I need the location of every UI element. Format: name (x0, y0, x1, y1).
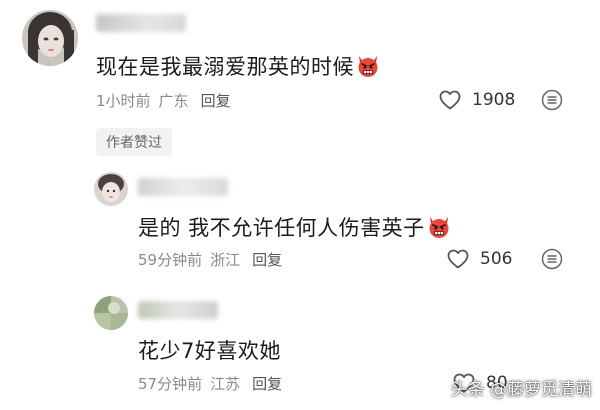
devil-face-emoji (427, 215, 451, 239)
like-count: 1908 (472, 90, 516, 110)
avatar[interactable] (22, 10, 78, 66)
heart-outline-icon (447, 249, 469, 269)
avatar[interactable] (94, 172, 128, 206)
like-button[interactable]: 1908 (438, 88, 515, 112)
comment-time: 57分钟前 (138, 375, 203, 393)
comment-time: 1小时前 (96, 92, 151, 110)
reply-button[interactable]: 回复 (252, 373, 282, 394)
more-options-icon[interactable] (541, 89, 563, 111)
comment-text: 是的 我不允许任何人伤害英子 (138, 212, 451, 242)
comment-location: 广东 (158, 92, 189, 110)
comment-meta: 59分钟前 浙江 回复 (138, 249, 282, 270)
comment-location: 江苏 (210, 375, 241, 393)
devil-face-emoji (356, 54, 380, 78)
username-blurred[interactable] (138, 301, 218, 319)
heart-outline-icon (439, 90, 461, 110)
comment-location: 浙江 (210, 251, 241, 269)
like-button[interactable]: 506 (446, 247, 512, 271)
comment-meta: 57分钟前 江苏 回复 (138, 373, 282, 394)
avatar[interactable] (94, 296, 128, 330)
author-liked-badge: 作者赞过 (96, 128, 172, 156)
more-options-icon[interactable] (541, 248, 563, 270)
reply-button[interactable]: 回复 (201, 90, 231, 111)
comment-text: 花少7好喜欢她 (138, 339, 281, 363)
comment-meta: 1小时前 广东 回复 (96, 90, 231, 111)
username-blurred[interactable] (96, 14, 186, 32)
reply-button[interactable]: 回复 (252, 249, 282, 270)
like-count: 506 (480, 249, 513, 269)
comment-time: 59分钟前 (138, 251, 203, 269)
username-blurred[interactable] (138, 178, 228, 196)
watermark: 头条 @藤萝觅清萌 (450, 380, 592, 400)
comment-thread: 现在是我最溺爱那英的时候 1小时前 广东 回复 1908 作者赞过 是的 我不允… (0, 0, 600, 410)
comment-text: 现在是我最溺爱那英的时候 (96, 51, 380, 81)
